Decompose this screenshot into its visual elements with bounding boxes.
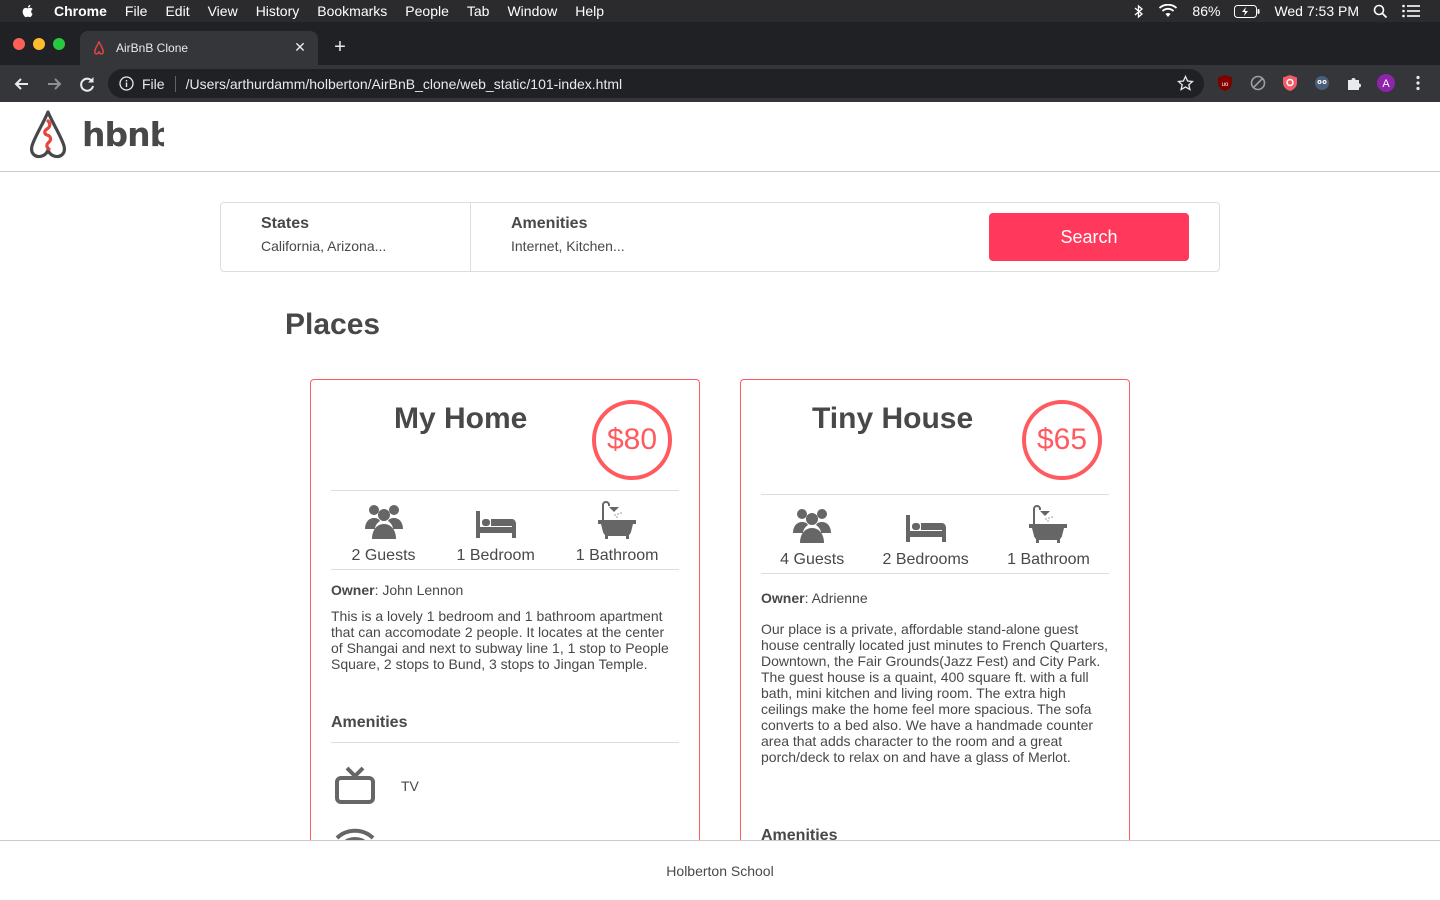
amenity-item: TV — [333, 766, 419, 806]
bed-icon — [475, 511, 516, 538]
place-description: Our place is a private, affordable stand… — [761, 621, 1109, 765]
rooms-info: 2 Bedrooms — [883, 495, 969, 573]
states-filter[interactable]: States California, Arizona... — [221, 203, 471, 271]
rooms-count: 2 Bedrooms — [882, 551, 969, 568]
bathtub-icon — [1029, 505, 1068, 543]
profile-avatar[interactable]: A — [1377, 74, 1395, 92]
guests-icon — [793, 509, 832, 543]
owner-label: Owner — [761, 590, 805, 606]
browser-tabstrip: AirBnB Clone ✕ + — [0, 22, 1440, 65]
menu-edit[interactable]: Edit — [165, 3, 189, 19]
ghost-extension-icon[interactable] — [1313, 74, 1331, 92]
puzzle-extensions-icon[interactable] — [1345, 74, 1363, 92]
profile-initial: A — [1382, 78, 1390, 90]
guests-info: 4 Guests — [780, 495, 844, 573]
bookmark-star-icon[interactable] — [1177, 75, 1194, 92]
url-text[interactable]: /Users/arthurdamm/holberton/AirBnB_clone… — [186, 76, 623, 92]
browser-toolbar: File /Users/arthurdamm/holberton/AirBnB_… — [0, 65, 1440, 102]
logo-text: hbnb — [82, 115, 164, 154]
url-separator — [174, 75, 176, 92]
bathrooms-info: 1 Bathroom — [1007, 495, 1090, 573]
browser-tab-active[interactable]: AirBnB Clone ✕ — [80, 31, 318, 65]
place-title: Tiny House — [812, 402, 974, 435]
menu-bookmarks[interactable]: Bookmarks — [317, 3, 387, 19]
back-arrow-icon[interactable] — [12, 74, 32, 94]
filters-bar: States California, Arizona... Amenities … — [220, 202, 1220, 272]
page-header: hbnb — [0, 102, 1440, 172]
new-tab-button[interactable]: + — [330, 37, 350, 57]
bluetooth-icon[interactable] — [1134, 4, 1144, 19]
blocked-extension-icon[interactable] — [1249, 74, 1267, 92]
page-footer: Holberton School — [0, 840, 1440, 900]
bathrooms-count: 1 Bathroom — [575, 547, 659, 564]
bathrooms-count: 1 Bathroom — [1007, 551, 1090, 568]
address-bar[interactable]: File /Users/arthurdamm/holberton/AirBnB_… — [108, 69, 1204, 98]
spotlight-search-icon[interactable] — [1373, 4, 1388, 19]
guests-count: 2 Guests — [351, 547, 416, 564]
amenities-filter-value: Internet, Kitchen... — [511, 238, 625, 254]
chrome-menu-icon[interactable] — [1409, 74, 1427, 92]
menu-view[interactable]: View — [208, 3, 238, 19]
amenity-name: TV — [401, 778, 419, 794]
site-info-icon[interactable] — [119, 76, 134, 91]
mac-menubar: Chrome File Edit View History Bookmarks … — [0, 0, 1440, 22]
forward-arrow-icon[interactable] — [44, 74, 64, 94]
place-information: 4 Guests 2 Bedrooms 1 Bathroom — [761, 494, 1109, 574]
window-zoom-button[interactable] — [53, 38, 65, 50]
guests-info: 2 Guests — [351, 491, 416, 569]
place-owner: Owner: Adrienne — [761, 590, 868, 606]
ublock-extension-icon[interactable]: uo — [1216, 74, 1234, 92]
tab-title: AirBnB Clone — [116, 41, 189, 55]
battery-percent: 86% — [1192, 3, 1221, 19]
place-card: My Home $80 2 Guests 1 Bedroom 1 Bathroo… — [310, 379, 700, 899]
tv-icon — [335, 766, 375, 804]
menu-tab[interactable]: Tab — [467, 3, 490, 19]
places-heading: Places — [285, 308, 381, 341]
menu-file[interactable]: File — [125, 3, 148, 19]
owner-name: : John Lennon — [374, 582, 464, 598]
place-card: Tiny House $65 4 Guests 2 Bedrooms 1 Bat… — [740, 379, 1130, 899]
notification-center-icon[interactable] — [1402, 4, 1420, 18]
window-close-button[interactable] — [13, 38, 25, 50]
shield-extension-icon[interactable] — [1281, 74, 1299, 92]
menu-window[interactable]: Window — [507, 3, 557, 19]
place-title: My Home — [394, 402, 528, 435]
reload-icon[interactable] — [77, 74, 97, 94]
price-by-night: $65 — [1022, 400, 1102, 480]
battery-icon[interactable] — [1234, 4, 1260, 18]
bathrooms-info: 1 Bathroom — [575, 491, 659, 569]
menu-history[interactable]: History — [256, 3, 300, 19]
bed-icon — [905, 515, 946, 542]
bathtub-icon — [598, 501, 637, 539]
url-scheme-label: File — [142, 75, 165, 92]
guests-icon — [364, 505, 403, 539]
airbnb-favicon-icon — [94, 41, 104, 55]
states-filter-title: States — [261, 215, 310, 232]
menu-help[interactable]: Help — [575, 3, 604, 19]
rooms-count: 1 Bedroom — [456, 547, 535, 564]
place-description: This is a lovely 1 bedroom and 1 bathroo… — [331, 608, 669, 672]
search-button[interactable]: Search — [989, 213, 1189, 261]
rooms-info: 1 Bedroom — [457, 491, 535, 569]
owner-name: : Adrienne — [804, 590, 868, 606]
tab-close-icon[interactable]: ✕ — [292, 39, 308, 55]
place-owner: Owner: John Lennon — [331, 582, 463, 598]
menu-people[interactable]: People — [405, 3, 449, 19]
hbnb-logo[interactable]: hbnb — [24, 108, 164, 160]
states-filter-value: California, Arizona... — [261, 238, 387, 254]
amenities-filter[interactable]: Amenities Internet, Kitchen... — [471, 203, 871, 271]
wifi-icon[interactable] — [1158, 4, 1178, 18]
menu-app-name[interactable]: Chrome — [54, 3, 107, 19]
svg-text:uo: uo — [1222, 82, 1229, 88]
owner-label: Owner — [331, 582, 375, 598]
amenities-filter-title: Amenities — [511, 215, 588, 232]
apple-icon[interactable] — [20, 3, 36, 19]
footer-text: Holberton School — [666, 862, 774, 879]
amenities-heading: Amenities — [331, 714, 679, 743]
window-minimize-button[interactable] — [33, 38, 45, 50]
place-information: 2 Guests 1 Bedroom 1 Bathroom — [331, 490, 679, 570]
price-by-night: $80 — [592, 400, 672, 480]
menubar-clock[interactable]: Wed 7:53 PM — [1274, 3, 1359, 19]
guests-count: 4 Guests — [780, 551, 845, 568]
